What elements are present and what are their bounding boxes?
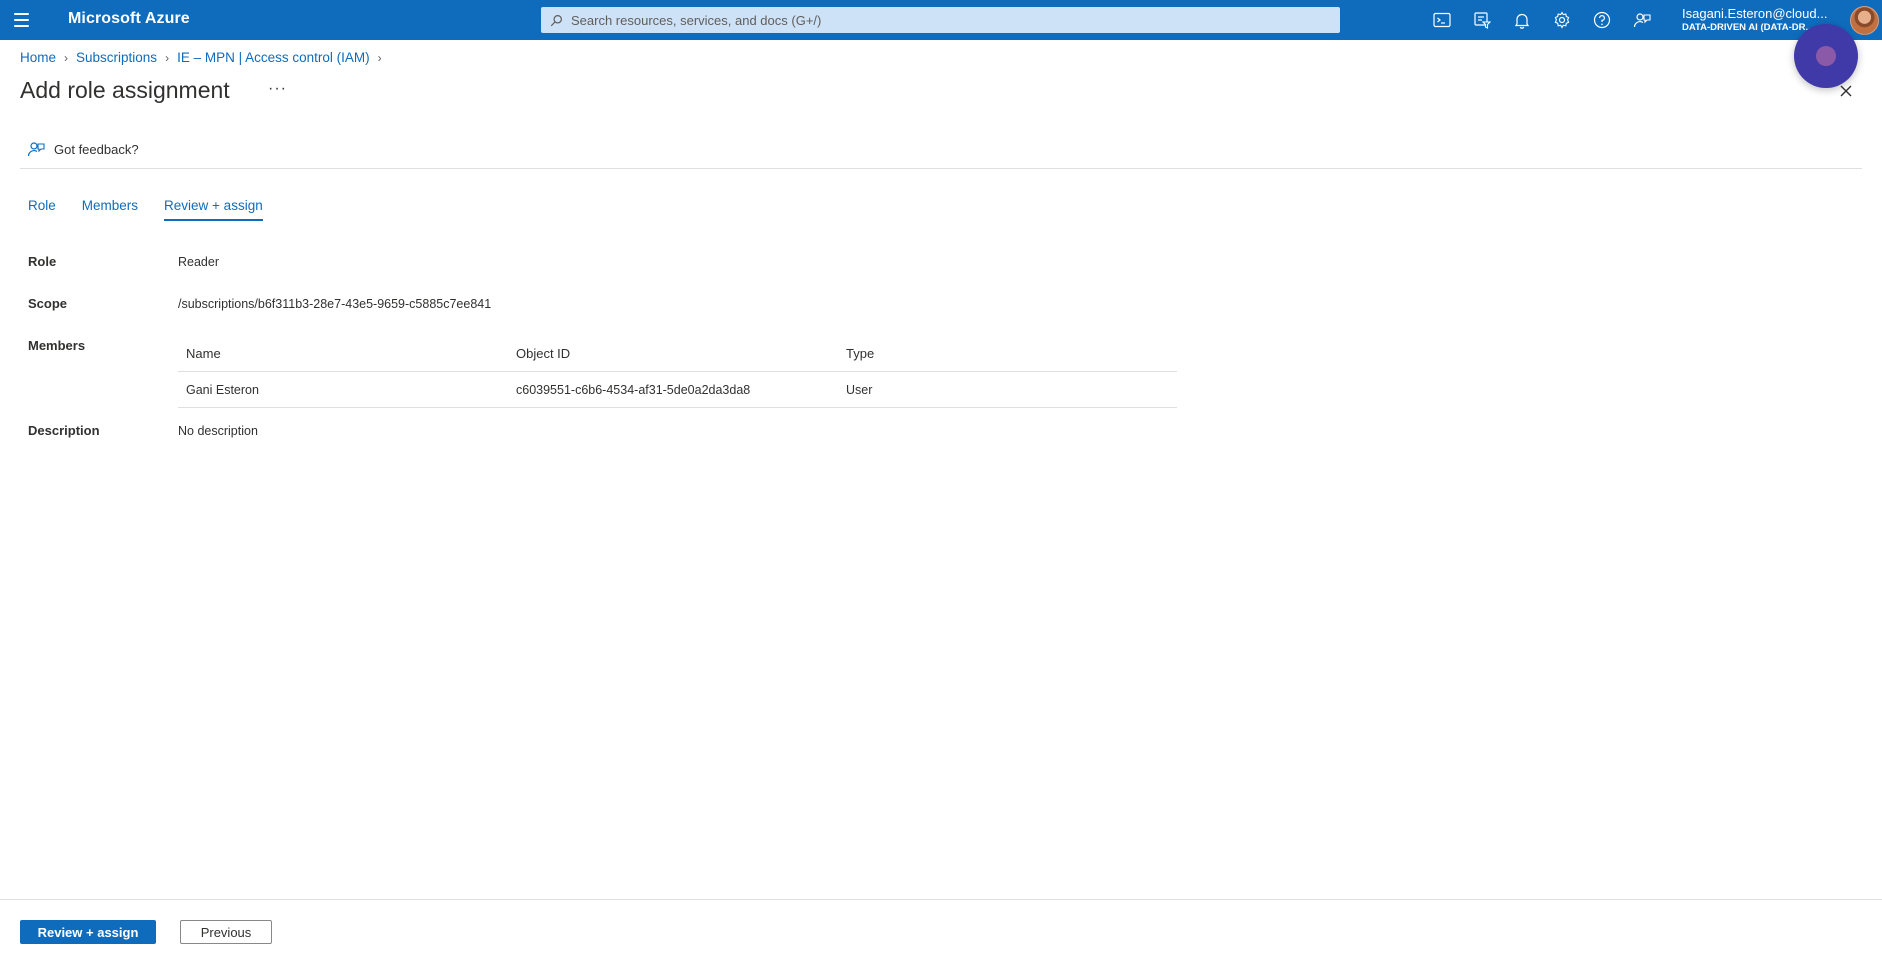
chevron-right-icon: ›	[377, 50, 382, 65]
feedback-icon[interactable]	[1630, 8, 1654, 32]
tab-role[interactable]: Role	[28, 198, 56, 221]
members-table: Name Object ID Type Gani Esteron c603955…	[178, 336, 1177, 408]
role-label: Role	[28, 254, 57, 269]
more-options-button[interactable]: ···	[268, 80, 287, 98]
avatar[interactable]	[1850, 6, 1879, 35]
divider	[20, 168, 1862, 169]
breadcrumb-access-control[interactable]: IE – MPN | Access control (IAM)	[177, 50, 370, 65]
scope-value: /subscriptions/b6f311b3-28e7-43e5-9659-c…	[178, 297, 492, 311]
help-icon[interactable]	[1590, 8, 1614, 32]
page-title: Add role assignment	[20, 77, 230, 103]
wizard-tabs: Role Members Review + assign	[28, 198, 289, 221]
account-user: Isagani.Esteron@cloud...	[1682, 6, 1828, 21]
member-type: User	[838, 371, 1177, 408]
got-feedback-button[interactable]: Got feedback?	[27, 140, 139, 158]
review-assign-button[interactable]: Review + assign	[20, 920, 156, 944]
description-value: No description	[178, 424, 258, 438]
breadcrumb-subscriptions[interactable]: Subscriptions	[76, 50, 157, 65]
hamburger-menu-icon[interactable]	[14, 10, 34, 30]
previous-button[interactable]: Previous	[180, 920, 272, 944]
search-icon	[550, 14, 562, 26]
top-bar: Microsoft Azure Search resources, servic…	[0, 0, 1882, 40]
column-header-type: Type	[838, 336, 1177, 372]
close-icon[interactable]	[1837, 82, 1855, 100]
assistant-bubble-button[interactable]	[1794, 24, 1858, 88]
chevron-right-icon: ›	[64, 50, 69, 65]
description-label: Description	[28, 423, 100, 438]
table-header-row: Name Object ID Type	[178, 336, 1177, 372]
settings-icon[interactable]	[1550, 8, 1574, 32]
member-name: Gani Esteron	[178, 371, 508, 408]
notifications-icon[interactable]	[1510, 8, 1534, 32]
scope-label: Scope	[28, 296, 68, 311]
members-label: Members	[28, 338, 86, 353]
chevron-right-icon: ›	[165, 50, 170, 65]
tab-review-assign[interactable]: Review + assign	[164, 198, 263, 221]
tab-members[interactable]: Members	[82, 198, 138, 221]
column-header-object-id: Object ID	[508, 336, 838, 372]
global-search[interactable]	[541, 7, 1340, 33]
footer-divider	[0, 899, 1882, 900]
table-row: Gani Esteron c6039551-c6b6-4534-af31-5de…	[178, 371, 1177, 408]
feedback-person-icon	[27, 142, 45, 157]
column-header-name: Name	[178, 336, 508, 372]
directory-filter-icon[interactable]	[1470, 8, 1494, 32]
got-feedback-label: Got feedback?	[54, 141, 139, 157]
search-input[interactable]	[569, 11, 1273, 29]
role-value: Reader	[178, 255, 219, 269]
breadcrumb-home[interactable]: Home	[20, 50, 56, 65]
assistant-dot-icon	[1816, 46, 1836, 66]
brand-name[interactable]: Microsoft Azure	[68, 10, 190, 28]
breadcrumb: Home › Subscriptions › IE – MPN | Access…	[20, 50, 390, 65]
member-object-id: c6039551-c6b6-4534-af31-5de0a2da3da8	[508, 371, 838, 408]
cloud-shell-icon[interactable]	[1430, 8, 1454, 32]
